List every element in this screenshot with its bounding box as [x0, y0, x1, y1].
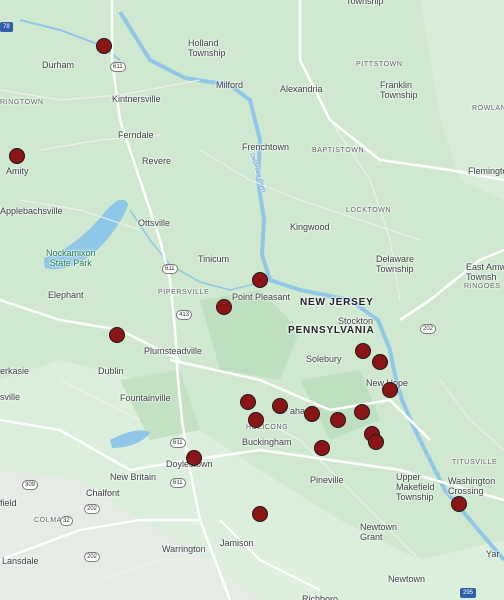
place-label: Point Pleasant	[232, 292, 291, 302]
location-marker-icon[interactable]	[304, 406, 320, 422]
route-shield-icon: 611	[162, 264, 178, 274]
place-label: Warrington	[162, 544, 206, 554]
place-label: Frenchtown	[242, 142, 290, 152]
place-label: Ottsville	[138, 218, 171, 228]
location-marker-icon[interactable]	[216, 299, 232, 315]
location-marker-icon[interactable]	[9, 148, 25, 164]
place-label: Flemington	[468, 166, 504, 176]
place-label: Yar	[486, 549, 500, 559]
place-label: Ferndale	[118, 130, 154, 140]
place-label: PITTSTOWN	[356, 61, 403, 68]
place-label: Washington Crossing	[448, 476, 496, 496]
route-shield-icon: 32	[60, 516, 73, 526]
place-label: PENNSYLVANIA	[288, 325, 375, 336]
location-marker-icon[interactable]	[252, 272, 268, 288]
place-label: Franklin Township	[380, 80, 418, 100]
place-label: ROWLAN	[472, 105, 504, 112]
place-label: Newtown Grant	[360, 522, 398, 542]
place-label: RINGOES	[464, 283, 501, 290]
place-label: NEW JERSEY	[300, 297, 374, 308]
location-marker-icon[interactable]	[109, 327, 125, 343]
route-shield-icon: 295	[460, 588, 477, 598]
place-label: Elephant	[48, 290, 84, 300]
place-label: Lansdale	[2, 556, 39, 566]
place-label: Tinicum	[198, 254, 230, 264]
location-marker-icon[interactable]	[354, 404, 370, 420]
location-marker-icon[interactable]	[314, 440, 330, 456]
place-label: Pineville	[310, 475, 344, 485]
place-label: Upper Makefield Township	[396, 472, 435, 502]
route-shield-icon: 202	[84, 552, 101, 562]
place-label: Township	[346, 0, 384, 6]
place-label: Milford	[216, 80, 244, 90]
route-shield-icon: 413	[176, 310, 193, 320]
place-label: New Britain	[110, 472, 157, 482]
map-canvas[interactable]: Township Holland Township Durham Kintnersvil…	[0, 0, 504, 600]
location-marker-icon[interactable]	[240, 394, 256, 410]
route-shield-icon: 309	[22, 480, 39, 490]
place-label: erkasie	[0, 366, 30, 376]
place-label: Revere	[142, 156, 172, 166]
place-label: East Amw Townsh	[466, 262, 504, 282]
place-label: Applebachsville	[0, 206, 63, 216]
place-label: Durham	[42, 60, 75, 70]
place-label: RINGTOWN	[0, 99, 44, 106]
route-shield-icon: 202	[84, 504, 101, 514]
place-label: Richboro	[302, 594, 339, 600]
place-label: LOCKTOWN	[346, 207, 392, 214]
place-label: Kingwood	[290, 222, 330, 232]
location-marker-icon[interactable]	[372, 354, 388, 370]
place-label: Newtown	[388, 574, 426, 584]
location-marker-icon[interactable]	[272, 398, 288, 414]
location-marker-icon[interactable]	[368, 434, 384, 450]
place-label: Dublin	[98, 366, 124, 376]
location-marker-icon[interactable]	[96, 38, 112, 54]
location-marker-icon[interactable]	[330, 412, 346, 428]
route-shield-icon: 202	[420, 324, 437, 334]
route-shield-icon: 611	[170, 438, 186, 448]
place-label: Jamison	[220, 538, 254, 548]
place-label: TITUSVILLE	[452, 459, 498, 466]
location-marker-icon[interactable]	[451, 496, 467, 512]
location-marker-icon[interactable]	[252, 506, 268, 522]
place-label: Fountainville	[120, 393, 171, 403]
place-label: PIPERSVILLE	[158, 289, 210, 296]
place-label: Chalfont	[86, 488, 120, 498]
route-shield-icon: 78	[0, 22, 13, 32]
location-marker-icon[interactable]	[355, 343, 371, 359]
location-marker-icon[interactable]	[248, 412, 264, 428]
place-label: Kintnersville	[112, 94, 161, 104]
place-label: BAPTISTOWN	[312, 147, 365, 154]
route-shield-icon: 611	[110, 62, 126, 72]
location-marker-icon[interactable]	[186, 450, 202, 466]
place-label: sville	[0, 392, 21, 402]
place-label: Delaware Township	[376, 254, 415, 274]
place-label: Plumsteadville	[144, 346, 203, 356]
place-label: Solebury	[306, 354, 342, 364]
place-label: Buckingham	[242, 437, 292, 447]
location-marker-icon[interactable]	[382, 382, 398, 398]
place-label: field	[0, 498, 17, 508]
place-label: Nockamixon State Park	[46, 248, 96, 268]
place-label: Holland Township	[188, 38, 226, 58]
route-shield-icon: 611	[170, 478, 186, 488]
place-label: Alexandria	[280, 84, 323, 94]
place-label: Amity	[6, 166, 29, 176]
